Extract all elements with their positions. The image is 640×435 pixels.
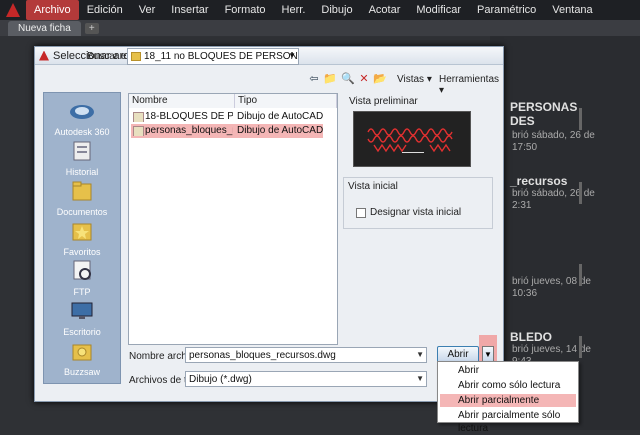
menu-archivo[interactable]: Archivo bbox=[26, 0, 79, 20]
look-in-combo[interactable]: 18_11 no BLOQUES DE PERSONAS PINTOR ▼ bbox=[127, 48, 299, 65]
menu-item-abrir-parcialmente[interactable]: Abrir parcialmente bbox=[440, 394, 576, 407]
chevron-down-icon: ▼ bbox=[416, 374, 424, 383]
recent-title: PERSONAS bbox=[510, 100, 578, 114]
recent-title: DES bbox=[510, 114, 535, 128]
place-favoritos[interactable]: Favoritos bbox=[44, 219, 120, 257]
autocad-icon bbox=[39, 50, 49, 61]
place-label: Escritorio bbox=[63, 327, 101, 337]
recent-marker bbox=[579, 264, 582, 286]
search-web-icon[interactable]: 🔍 bbox=[341, 72, 355, 86]
back-arrow-icon[interactable]: ⇦ bbox=[307, 72, 321, 86]
file-name: 18-BLOQUES DE PERS... bbox=[133, 111, 233, 122]
designate-initial-view-checkbox[interactable] bbox=[356, 208, 366, 218]
place-label: Buzzsaw bbox=[63, 367, 100, 377]
initial-view-group: Vista inicial Designar vista inicial bbox=[343, 177, 493, 229]
places-bar: Autodesk 360 Historial Documentos Favori… bbox=[43, 92, 121, 384]
favorites-folder-icon bbox=[72, 223, 92, 241]
menu-bar: Archivo Edición Ver Insertar Formato Her… bbox=[0, 0, 640, 20]
menu-item-abrir-solo-lectura[interactable]: Abrir como sólo lectura bbox=[440, 379, 576, 392]
place-label: Autodesk 360 bbox=[54, 127, 110, 137]
place-historial[interactable]: Historial bbox=[44, 139, 120, 177]
tools-label: Herramientas bbox=[439, 74, 500, 85]
ftp-icon bbox=[73, 260, 91, 280]
recent-marker bbox=[579, 108, 582, 130]
folder-icon bbox=[131, 52, 141, 61]
recent-time: 17:50 bbox=[512, 142, 538, 153]
tab-nueva-ficha[interactable]: Nueva ficha bbox=[8, 21, 81, 36]
recent-marker bbox=[579, 182, 582, 204]
recent-time: 10:36 bbox=[512, 288, 538, 299]
place-documentos[interactable]: Documentos bbox=[44, 179, 120, 217]
recent-date: brió sábado, 26 de bbox=[512, 188, 595, 199]
filetype-select[interactable]: Dibujo (*.dwg) ▼ bbox=[185, 371, 427, 387]
place-label: Favoritos bbox=[63, 247, 101, 257]
drawing-preview bbox=[353, 111, 471, 167]
menu-item-abrir-parcialmente-solo-lectura[interactable]: Abrir parcialmente sólo lectura bbox=[440, 409, 576, 434]
new-folder-icon[interactable]: 📂 bbox=[373, 72, 387, 86]
recent-title: _recursos bbox=[510, 174, 568, 188]
designate-initial-view-label: Designar vista inicial bbox=[370, 207, 462, 218]
recent-title: BLEDO bbox=[510, 330, 552, 344]
select-file-dialog: Seleccionar archivo Buscar en: 18_11 no … bbox=[34, 46, 504, 402]
initial-view-label: Vista inicial bbox=[348, 181, 398, 192]
place-buzzsaw[interactable]: Buzzsaw bbox=[44, 339, 120, 377]
preview-label: Vista preliminar bbox=[349, 96, 418, 107]
place-ftp[interactable]: FTP bbox=[44, 259, 120, 297]
desktop-icon bbox=[71, 302, 93, 319]
chevron-down-icon: ▼ bbox=[416, 350, 424, 359]
chevron-down-icon: ▼ bbox=[484, 350, 492, 359]
recent-time: 2:31 bbox=[512, 200, 532, 211]
place-label: FTP bbox=[73, 287, 91, 297]
file-row[interactable]: 18-BLOQUES DE PERS... Dibujo de AutoCAD bbox=[131, 110, 323, 124]
menu-ver[interactable]: Ver bbox=[131, 0, 164, 20]
up-folder-icon[interactable]: 📁 bbox=[323, 72, 337, 86]
document-tab-bar: Nueva ficha + bbox=[0, 20, 640, 36]
menu-insertar[interactable]: Insertar bbox=[163, 0, 216, 20]
menu-item-abrir[interactable]: Abrir bbox=[440, 364, 576, 377]
menu-modificar[interactable]: Modificar bbox=[408, 0, 469, 20]
chevron-down-icon: ▼ bbox=[288, 51, 296, 60]
place-label: Documentos bbox=[56, 207, 108, 217]
file-list[interactable]: Nombre Tipo 18-BLOQUES DE PERS... Dibujo… bbox=[128, 93, 338, 345]
menu-edicion[interactable]: Edición bbox=[79, 0, 131, 20]
add-tab-button[interactable]: + bbox=[84, 23, 99, 34]
filename-value: personas_bloques_recursos.dwg bbox=[189, 350, 336, 361]
delete-icon[interactable]: ✕ bbox=[357, 72, 371, 86]
menu-herr[interactable]: Herr. bbox=[274, 0, 314, 20]
cloud-icon bbox=[70, 105, 94, 119]
open-options-menu: Abrir Abrir como sólo lectura Abrir parc… bbox=[437, 361, 579, 434]
menu-parametrico[interactable]: Paramétrico bbox=[469, 0, 544, 20]
menu-formato[interactable]: Formato bbox=[217, 0, 274, 20]
filename-field[interactable]: personas_bloques_recursos.dwg ▼ bbox=[185, 347, 427, 363]
file-name: personas_bloques_rec... bbox=[133, 125, 233, 136]
menu-acotar[interactable]: Acotar bbox=[361, 0, 409, 20]
menu-dibujo[interactable]: Dibujo bbox=[313, 0, 360, 20]
file-type: Dibujo de AutoCAD bbox=[237, 111, 324, 122]
look-in-value: 18_11 no BLOQUES DE PERSONAS PINTOR bbox=[144, 51, 298, 62]
history-icon bbox=[73, 141, 91, 161]
column-header-type[interactable]: Tipo bbox=[235, 94, 337, 108]
file-type: Dibujo de AutoCAD bbox=[237, 125, 324, 136]
views-menu[interactable]: Vistas ▾ bbox=[397, 74, 432, 85]
autocad-logo-icon[interactable] bbox=[0, 0, 26, 20]
place-autodesk-360[interactable]: Autodesk 360 bbox=[44, 99, 120, 137]
filetype-value: Dibujo (*.dwg) bbox=[189, 374, 252, 385]
menu-ventana[interactable]: Ventana bbox=[544, 0, 600, 20]
place-escritorio[interactable]: Escritorio bbox=[44, 299, 120, 337]
views-label: Vistas bbox=[397, 74, 425, 85]
drawing-thumbnail-image bbox=[367, 128, 453, 153]
buzzsaw-folder-icon bbox=[72, 344, 92, 361]
documents-folder-icon bbox=[72, 181, 92, 201]
place-label: Historial bbox=[65, 167, 99, 177]
file-row-selected[interactable]: personas_bloques_rec... Dibujo de AutoCA… bbox=[131, 124, 323, 138]
tools-menu[interactable]: Herramientas ▾ bbox=[439, 74, 503, 96]
column-header-name[interactable]: Nombre bbox=[129, 94, 235, 108]
recent-marker bbox=[579, 336, 582, 358]
recent-date: brió sábado, 26 de bbox=[512, 130, 595, 141]
